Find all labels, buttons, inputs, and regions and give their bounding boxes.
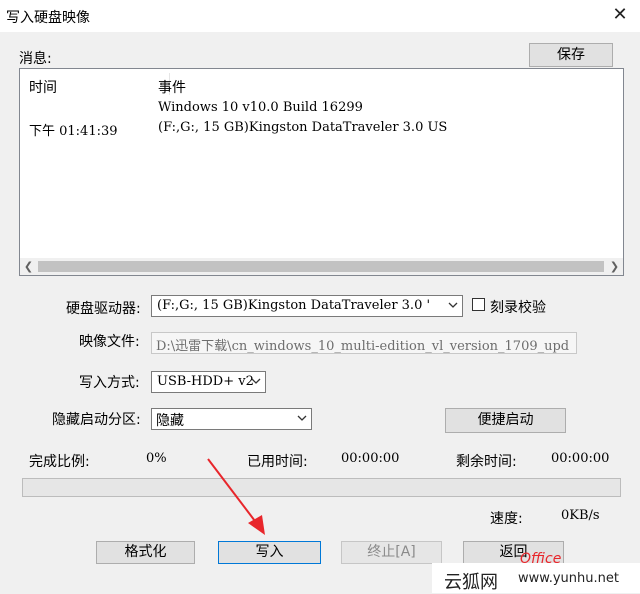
progress-value: 0% bbox=[146, 451, 167, 466]
watermark-url: www.yunhu.net bbox=[518, 571, 619, 586]
progress-label: 完成比例: bbox=[29, 454, 90, 470]
drive-select[interactable]: (F:,G:, 15 GB)Kingston DataTraveler 3.0 … bbox=[151, 295, 463, 317]
quick-boot-button[interactable]: 便捷启动 bbox=[445, 408, 566, 433]
hidden-partition-label: 隐藏启动分区: bbox=[52, 412, 141, 428]
message-list[interactable]: 时间 事件 Windows 10 v10.0 Build 16299 下午 01… bbox=[19, 68, 624, 276]
row-2-event: (F:,G:, 15 GB)Kingston DataTraveler 3.0 … bbox=[158, 120, 448, 135]
save-button[interactable]: 保存 bbox=[529, 43, 613, 67]
speed-value: 0KB/s bbox=[561, 508, 600, 523]
watermark: Office 云狐网 www.yunhu.net bbox=[432, 551, 640, 593]
progress-bar bbox=[22, 478, 621, 497]
chevron-down-icon bbox=[251, 378, 261, 384]
drive-select-value: (F:,G:, 15 GB)Kingston DataTraveler 3.0 … bbox=[157, 298, 431, 313]
format-button[interactable]: 格式化 bbox=[96, 541, 195, 564]
horizontal-scrollbar[interactable]: ❮ ❯ bbox=[20, 258, 623, 275]
write-mode-label: 写入方式: bbox=[79, 375, 140, 391]
close-icon[interactable]: ✕ bbox=[608, 3, 632, 27]
remaining-value: 00:00:00 bbox=[551, 451, 610, 466]
row-1-event: Windows 10 v10.0 Build 16299 bbox=[158, 100, 363, 115]
image-file-value: D:\迅雷下载\cn_windows_10_multi-edition_vl_v… bbox=[156, 339, 570, 354]
abort-button: 终止[A] bbox=[341, 541, 442, 564]
speed-label: 速度: bbox=[490, 511, 523, 527]
window-title: 写入硬盘映像 bbox=[6, 10, 90, 26]
watermark-brand: 云狐网 bbox=[444, 572, 498, 593]
write-button[interactable]: 写入 bbox=[218, 541, 321, 564]
messages-label: 消息: bbox=[19, 51, 52, 67]
image-file-field[interactable]: D:\迅雷下载\cn_windows_10_multi-edition_vl_v… bbox=[151, 332, 577, 354]
verify-checkbox[interactable] bbox=[472, 298, 485, 311]
remaining-label: 剩余时间: bbox=[456, 454, 517, 470]
image-file-label: 映像文件: bbox=[79, 334, 140, 350]
write-mode-value: USB-HDD+ v2 bbox=[157, 374, 254, 389]
scroll-right-icon[interactable]: ❯ bbox=[606, 258, 623, 275]
arrow-annotation-icon bbox=[207, 458, 265, 535]
watermark-office: Office bbox=[520, 551, 562, 567]
chevron-down-icon bbox=[297, 415, 307, 421]
scrollbar-thumb[interactable] bbox=[38, 261, 604, 272]
drive-label: 硬盘驱动器: bbox=[66, 301, 141, 317]
write-mode-select[interactable]: USB-HDD+ v2 bbox=[151, 371, 266, 393]
hidden-partition-value: 隐藏 bbox=[156, 413, 184, 429]
row-2-time: 下午 01:41:39 bbox=[29, 124, 118, 139]
title-bar: 写入硬盘映像 ✕ bbox=[0, 0, 640, 32]
column-header-time[interactable]: 时间 bbox=[29, 77, 57, 97]
elapsed-value: 00:00:00 bbox=[341, 451, 400, 466]
verify-label[interactable]: 刻录校验 bbox=[490, 297, 546, 317]
chevron-down-icon bbox=[448, 302, 458, 308]
hidden-partition-select[interactable]: 隐藏 bbox=[151, 408, 312, 430]
column-header-event[interactable]: 事件 bbox=[158, 77, 186, 97]
scroll-left-icon[interactable]: ❮ bbox=[20, 258, 37, 275]
